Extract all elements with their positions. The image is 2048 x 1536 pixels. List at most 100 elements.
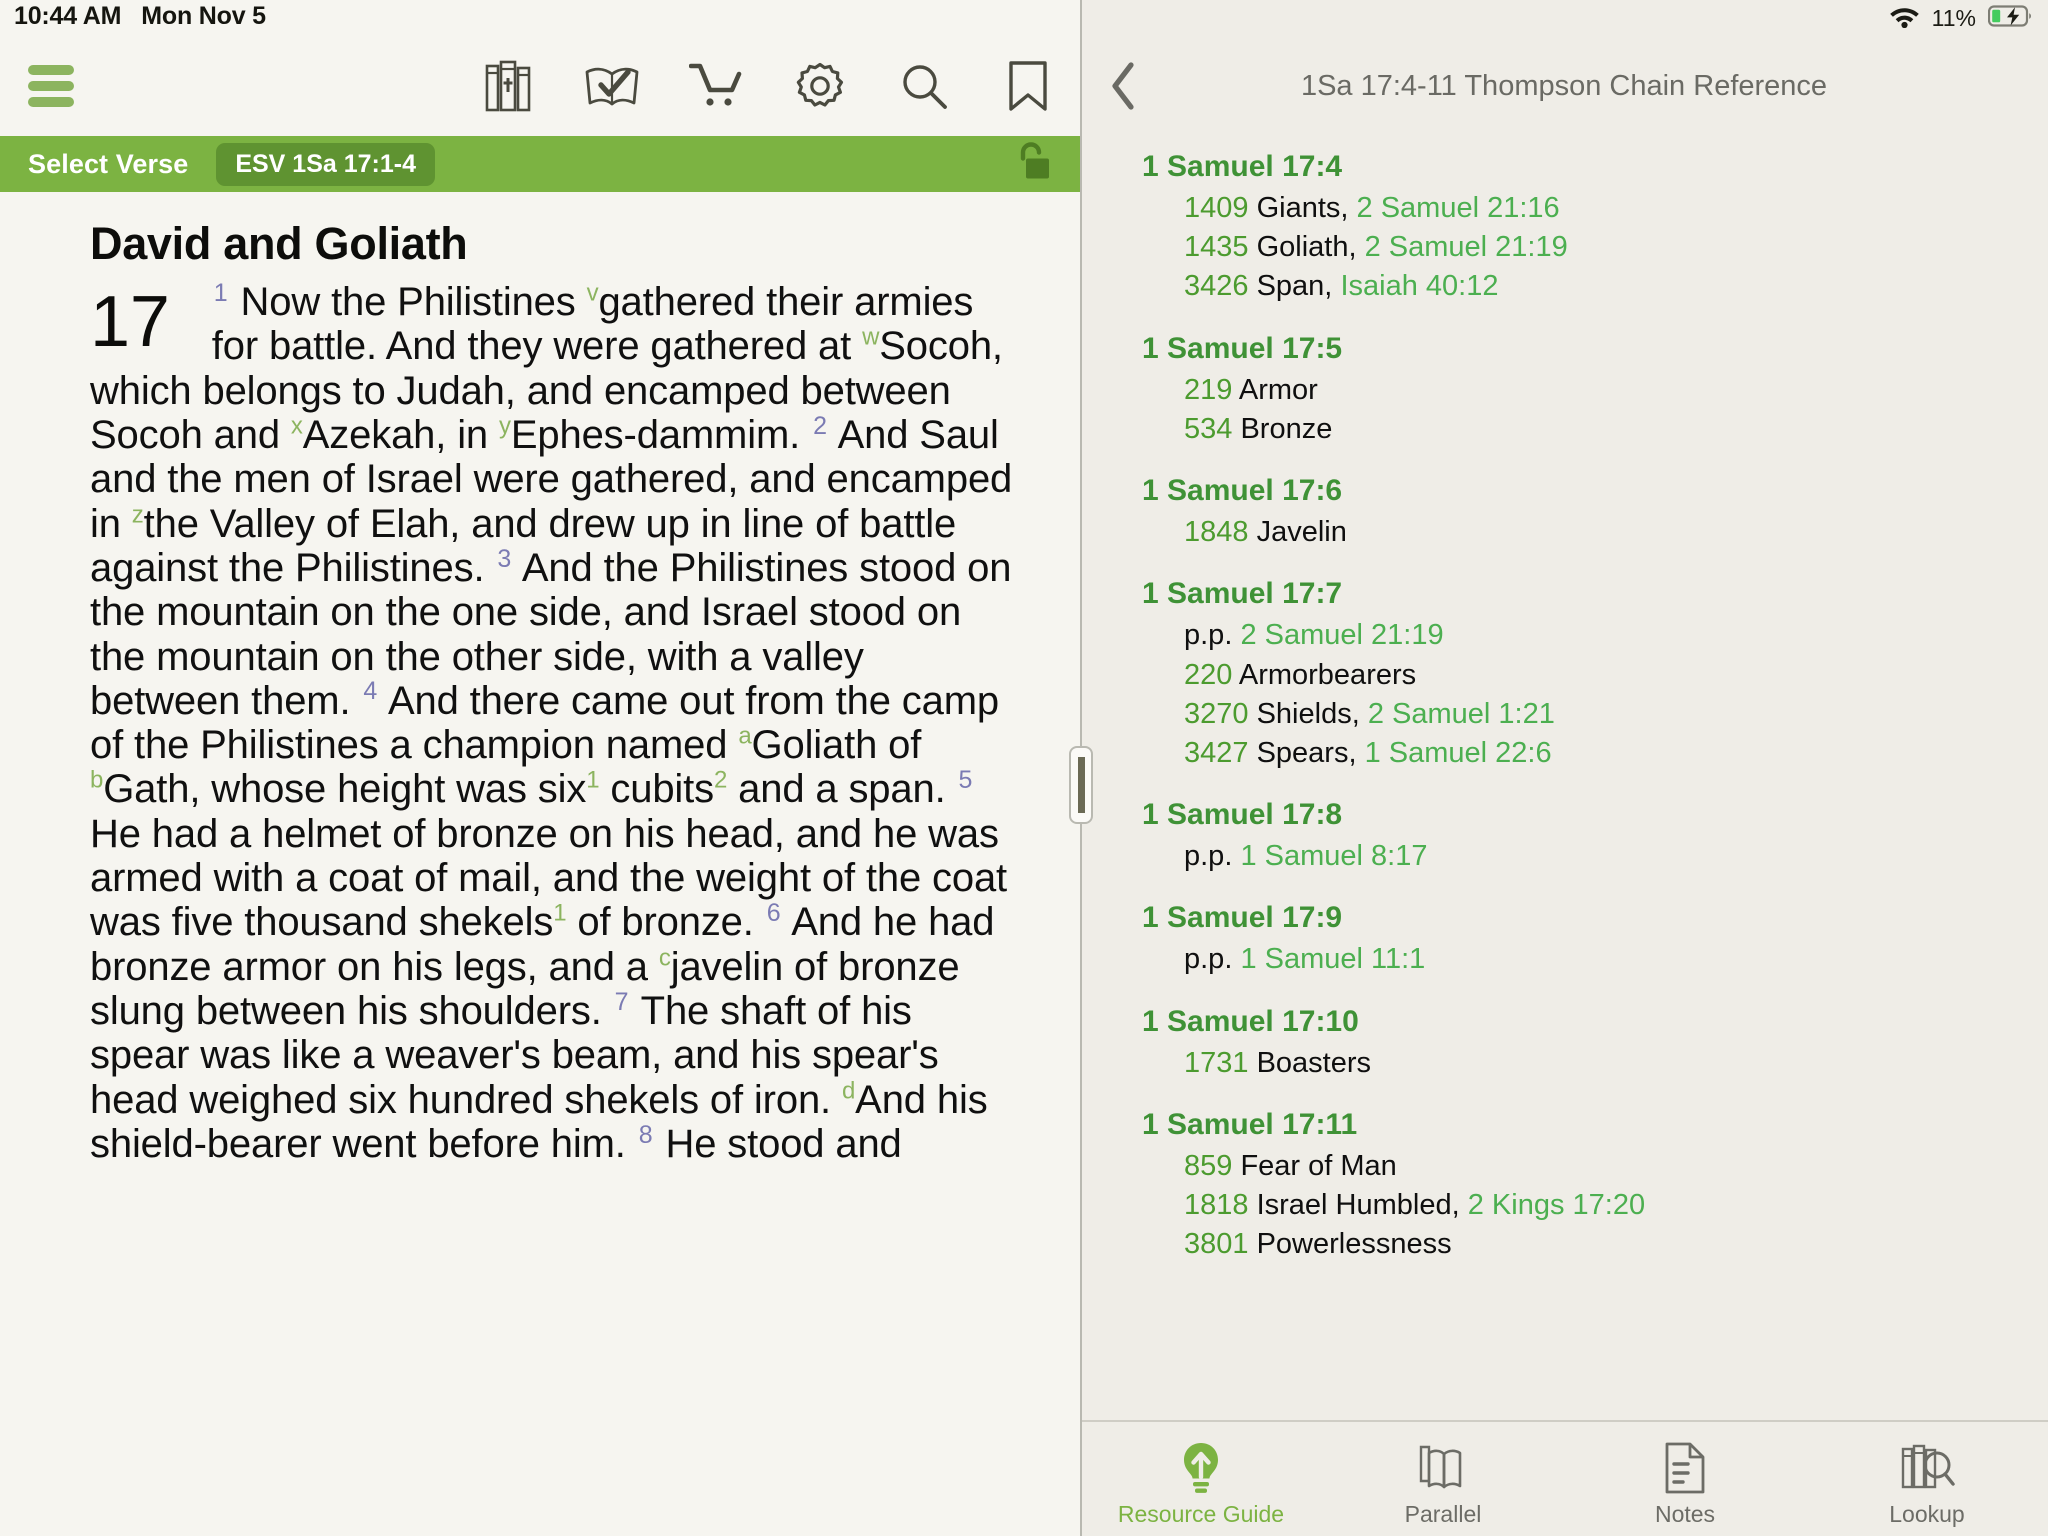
search-icon[interactable] bbox=[896, 58, 952, 114]
topic-name[interactable]: Bronze bbox=[1240, 413, 1332, 445]
topic-name[interactable]: Giants, bbox=[1257, 192, 1349, 224]
scripture-link[interactable]: 2 Kings 17:20 bbox=[1468, 1189, 1645, 1221]
verse-number[interactable]: 6 bbox=[765, 899, 783, 927]
verse-number[interactable]: 8 bbox=[637, 1121, 655, 1149]
tab-lookup[interactable]: Lookup bbox=[1806, 1422, 2048, 1536]
bible-reader-panel: Select Verse ESV 1Sa 17:1-4 David and Go… bbox=[0, 0, 1080, 1536]
reference-entry[interactable]: 1435 Goliath, 2 Samuel 21:19 bbox=[1142, 230, 2018, 264]
cross-reference-marker[interactable]: d bbox=[842, 1077, 855, 1104]
reference-entry[interactable]: 220 Armorbearers bbox=[1142, 658, 2018, 692]
reference-entry[interactable]: 3270 Shields, 2 Samuel 1:21 bbox=[1142, 697, 2018, 731]
unlocked-padlock-icon[interactable] bbox=[1014, 141, 1050, 188]
topic-number[interactable]: 3427 bbox=[1184, 737, 1249, 769]
tab-label: Notes bbox=[1654, 1500, 1716, 1527]
topic-number[interactable]: 3801 bbox=[1184, 1228, 1249, 1260]
store-cart-icon[interactable] bbox=[688, 58, 744, 114]
scripture-link[interactable]: Isaiah 40:12 bbox=[1340, 270, 1498, 302]
topic-name[interactable]: Armorbearers bbox=[1239, 659, 1416, 691]
reference-entry[interactable]: p.p. 2 Samuel 21:19 bbox=[1142, 618, 2018, 652]
cross-reference-marker[interactable]: c bbox=[659, 944, 671, 971]
reference-entry[interactable]: 1731 Boasters bbox=[1142, 1046, 2018, 1080]
topic-number[interactable]: 220 bbox=[1184, 659, 1232, 691]
topic-number[interactable]: 859 bbox=[1184, 1150, 1232, 1182]
topic-number[interactable]: 1409 bbox=[1184, 192, 1249, 224]
topic-number[interactable]: 1731 bbox=[1184, 1047, 1249, 1079]
scripture-link[interactable]: 1 Samuel 22:6 bbox=[1365, 737, 1552, 769]
settings-gear-icon[interactable] bbox=[792, 58, 848, 114]
topic-name[interactable]: Spears, bbox=[1257, 737, 1357, 769]
cross-reference-marker[interactable]: b bbox=[90, 767, 103, 794]
verse-number[interactable]: 1 bbox=[212, 279, 230, 307]
scripture-link[interactable]: 2 Samuel 1:21 bbox=[1368, 698, 1555, 730]
reference-group-title[interactable]: 1 Samuel 17:9 bbox=[1142, 901, 2018, 935]
scripture-link[interactable]: 1 Samuel 8:17 bbox=[1240, 840, 1427, 872]
verse-number[interactable]: 7 bbox=[613, 988, 631, 1016]
topic-name[interactable]: Span, bbox=[1257, 270, 1333, 302]
topic-number[interactable]: 1435 bbox=[1184, 231, 1249, 263]
reference-entry[interactable]: 859 Fear of Man bbox=[1142, 1149, 2018, 1183]
back-chevron-icon[interactable] bbox=[1110, 58, 1156, 114]
topic-number[interactable]: 1818 bbox=[1184, 1189, 1249, 1221]
reference-entry[interactable]: p.p. 1 Samuel 8:17 bbox=[1142, 839, 2018, 873]
cross-reference-marker[interactable]: z bbox=[132, 501, 144, 528]
cross-reference-marker[interactable]: v bbox=[587, 280, 599, 307]
tab-parallel[interactable]: Parallel bbox=[1322, 1422, 1564, 1536]
topic-name[interactable]: Goliath, bbox=[1257, 231, 1357, 263]
cross-reference-marker[interactable]: a bbox=[738, 723, 751, 750]
reference-entry[interactable]: 3426 Span, Isaiah 40:12 bbox=[1142, 269, 2018, 303]
reference-entry[interactable]: 1848 Javelin bbox=[1142, 515, 2018, 549]
cross-reference-marker[interactable]: x bbox=[291, 413, 303, 440]
verse-number[interactable]: 3 bbox=[495, 545, 513, 573]
reference-entry[interactable]: 1818 Israel Humbled, 2 Kings 17:20 bbox=[1142, 1188, 2018, 1222]
topic-name[interactable]: Armor bbox=[1239, 374, 1318, 406]
scripture-link[interactable]: 2 Samuel 21:19 bbox=[1365, 231, 1568, 263]
library-icon[interactable] bbox=[480, 58, 536, 114]
bookmark-icon[interactable] bbox=[1000, 58, 1056, 114]
reference-entry[interactable]: 219 Armor bbox=[1142, 373, 2018, 407]
reference-group-title[interactable]: 1 Samuel 17:10 bbox=[1142, 1005, 2018, 1039]
passage-body[interactable]: 17 1 Now the Philistines vgathered their… bbox=[90, 280, 1020, 1166]
tab-resource-guide[interactable]: Resource Guide bbox=[1080, 1422, 1322, 1536]
topic-number[interactable]: 3426 bbox=[1184, 270, 1249, 302]
footnote-marker[interactable]: 1 bbox=[553, 900, 566, 927]
verse-reference-pill[interactable]: ESV 1Sa 17:1-4 bbox=[216, 142, 435, 186]
reference-group-title[interactable]: 1 Samuel 17:8 bbox=[1142, 798, 2018, 832]
reference-entry[interactable]: 3427 Spears, 1 Samuel 22:6 bbox=[1142, 736, 2018, 770]
reference-entry[interactable]: 534 Bronze bbox=[1142, 412, 2018, 446]
reference-group-title[interactable]: 1 Samuel 17:4 bbox=[1142, 150, 2018, 184]
topic-number[interactable]: 219 bbox=[1184, 374, 1232, 406]
topic-name[interactable]: Powerlessness bbox=[1257, 1228, 1452, 1260]
topic-number[interactable]: 534 bbox=[1184, 413, 1232, 445]
topic-name[interactable]: Israel Humbled, bbox=[1257, 1189, 1460, 1221]
scripture-link[interactable]: 2 Samuel 21:16 bbox=[1357, 192, 1560, 224]
reference-group-title[interactable]: 1 Samuel 17:11 bbox=[1142, 1108, 2018, 1142]
verse-number[interactable]: 4 bbox=[361, 677, 379, 705]
footnote-marker[interactable]: 2 bbox=[714, 767, 727, 794]
verse-number[interactable]: 2 bbox=[811, 412, 829, 440]
topic-number[interactable]: 1848 bbox=[1184, 516, 1249, 548]
tab-label: Parallel bbox=[1404, 1500, 1482, 1527]
topic-name[interactable]: Javelin bbox=[1257, 516, 1347, 548]
scripture-link[interactable]: 2 Samuel 21:19 bbox=[1240, 619, 1443, 651]
topic-number[interactable]: 3270 bbox=[1184, 698, 1249, 730]
reference-entry[interactable]: 3801 Powerlessness bbox=[1142, 1227, 2018, 1261]
tab-notes[interactable]: Notes bbox=[1564, 1422, 1806, 1536]
cross-reference-marker[interactable]: y bbox=[499, 413, 511, 440]
topic-name[interactable]: Shields, bbox=[1257, 698, 1360, 730]
verse-number[interactable]: 5 bbox=[957, 766, 975, 794]
reading-plan-icon[interactable] bbox=[584, 58, 640, 114]
reference-group-title[interactable]: 1 Samuel 17:5 bbox=[1142, 332, 2018, 366]
topic-name[interactable]: Fear of Man bbox=[1240, 1150, 1396, 1182]
reference-list[interactable]: 1 Samuel 17:4 1409 Giants, 2 Samuel 21:16… bbox=[1080, 136, 2048, 1420]
reference-group-title[interactable]: 1 Samuel 17:7 bbox=[1142, 577, 2018, 611]
panel-resize-handle[interactable] bbox=[1069, 746, 1093, 824]
reference-entry[interactable]: 1409 Giants, 2 Samuel 21:16 bbox=[1142, 191, 2018, 225]
scripture-link[interactable]: 1 Samuel 11:1 bbox=[1240, 943, 1425, 975]
bible-text-scroll[interactable]: David and Goliath 17 1 Now the Philistin… bbox=[0, 192, 1080, 1536]
cross-reference-marker[interactable]: w bbox=[862, 324, 879, 351]
reference-entry[interactable]: p.p. 1 Samuel 11:1 bbox=[1142, 942, 2018, 976]
topic-name[interactable]: Boasters bbox=[1257, 1047, 1371, 1079]
footnote-marker[interactable]: 1 bbox=[586, 767, 599, 794]
reference-group-title[interactable]: 1 Samuel 17:6 bbox=[1142, 474, 2018, 508]
hamburger-menu-icon[interactable] bbox=[28, 65, 74, 107]
